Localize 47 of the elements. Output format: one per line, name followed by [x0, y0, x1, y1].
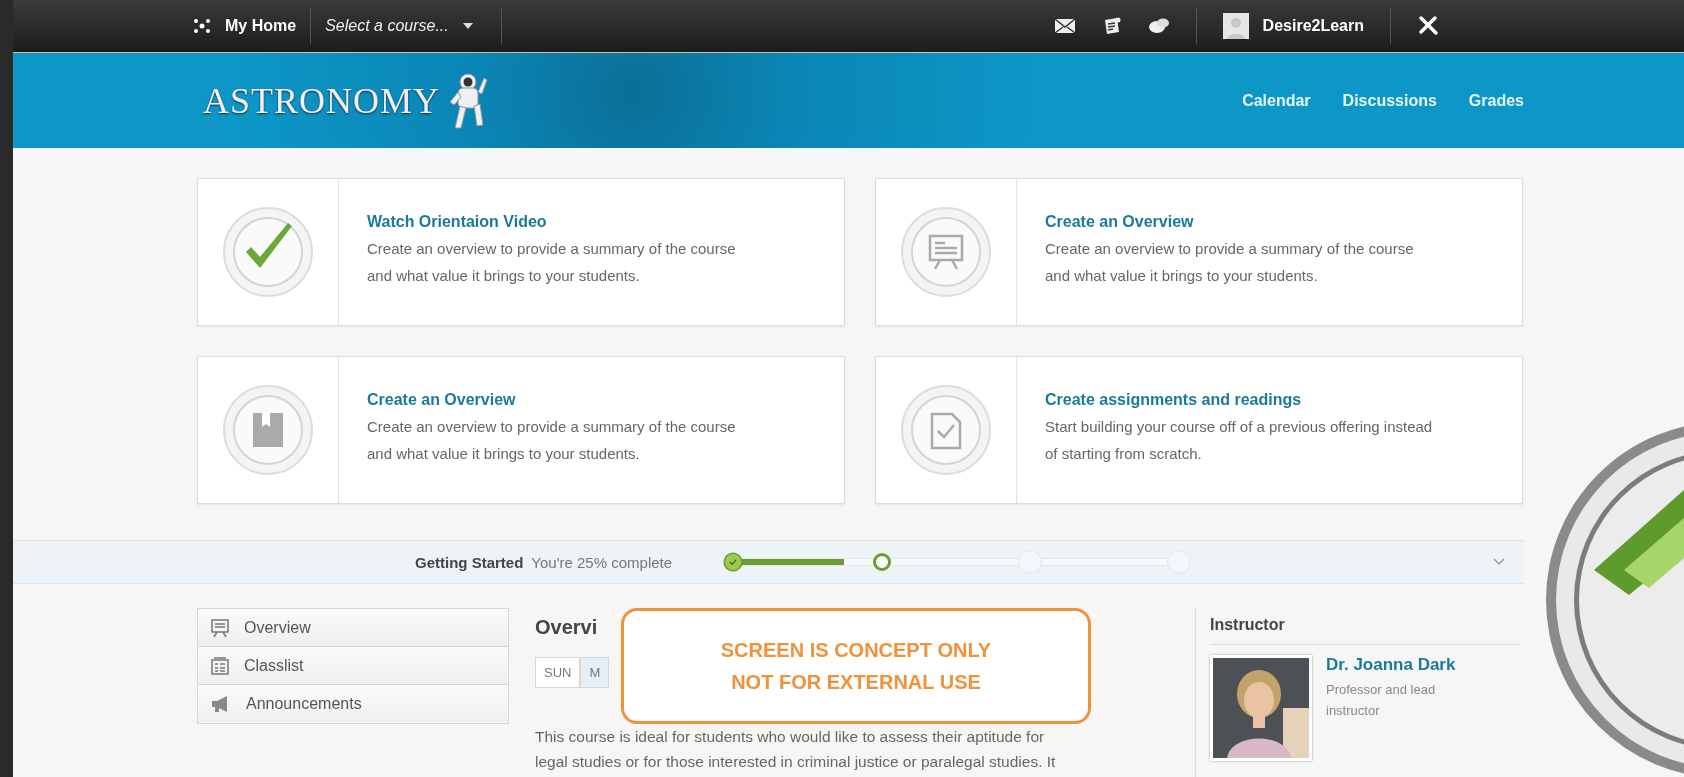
notice-text: NOT FOR EXTERNAL USE — [731, 670, 981, 695]
user-name[interactable]: Desire2Learn — [1262, 17, 1364, 35]
card-title[interactable]: Watch Orientaion Video — [367, 213, 757, 231]
caret-icon — [462, 23, 473, 29]
sidebar-item[interactable]: Announcements — [198, 685, 508, 722]
nav-link[interactable]: Calendar — [1242, 91, 1311, 110]
home-icon[interactable] — [193, 17, 211, 35]
card-title[interactable]: Create an Overview — [367, 391, 757, 409]
progress-status: You're 25% complete — [531, 553, 673, 571]
progress-label: Getting Started — [415, 553, 524, 571]
task-card[interactable]: Watch Orientaion Video Create an overview to provide a summary of the course and what value it brings to your students. — [197, 178, 845, 326]
task-card[interactable]: Create an Overview Create an overview to provide a summary of the course and what value it brings to your students. — [197, 356, 845, 504]
course-title: ASTRONOMY — [203, 79, 441, 122]
notice-text: SCREEN IS CONCEPT ONLY — [720, 638, 992, 663]
card-icon — [900, 206, 992, 298]
card-icon — [900, 384, 992, 476]
sidebar-item[interactable]: Overview — [198, 609, 508, 647]
card-description: Start building your course off of a previous offering instead of starting from scratch. — [1045, 417, 1434, 464]
section-heading: Overvi — [535, 616, 599, 639]
avatar-icon[interactable] — [1222, 13, 1249, 39]
day-tab[interactable]: M — [580, 657, 610, 688]
course-select[interactable]: Select a course... — [325, 17, 487, 35]
instructor-heading: Instructor — [1210, 608, 1520, 645]
chevron-down-icon[interactable] — [1493, 558, 1505, 566]
check-icon — [729, 558, 738, 566]
nav-link[interactable]: Grades — [1468, 91, 1524, 110]
task-card[interactable]: Create an Overview Create an overview to provide a summary of the course and what value it brings to your students. — [875, 178, 1523, 326]
day-tab[interactable]: SUN — [535, 657, 581, 688]
sidebar-item[interactable]: Classlist — [198, 647, 508, 685]
checkmark-icon — [222, 206, 314, 298]
nav-link[interactable]: Discussions — [1342, 91, 1437, 110]
instructor-name[interactable]: Dr. Joanna Dark — [1326, 655, 1456, 675]
card-description: Create an overview to provide a summary of the course and what value it brings to your students. — [367, 239, 737, 286]
chat-icon[interactable] — [1147, 17, 1170, 35]
card-description: Create an overview to provide a summary of the course and what value it brings to your students. — [1045, 239, 1415, 286]
mail-icon[interactable] — [1053, 17, 1076, 35]
course-description: legal studies or for those interested in criminal justice or paralegal studies. It — [535, 752, 1057, 772]
instructor-role: Professor and lead instructor — [1326, 681, 1437, 720]
home-link[interactable]: My Home — [225, 17, 297, 35]
task-card[interactable]: Create assignments and readings Start building your course off of a previous offering instead of starting from scratch. — [875, 356, 1523, 504]
card-title[interactable]: Create assignments and readings — [1045, 391, 1435, 409]
presentation-icon — [210, 617, 230, 638]
course-description: This course is ideal for students who would like to assess their aptitude for — [535, 727, 1046, 747]
list-icon — [210, 655, 230, 676]
card-title[interactable]: Create an Overview — [1045, 213, 1435, 231]
card-description: Create an overview to provide a summary of the course and what value it brings to your students. — [367, 417, 737, 464]
card-icon — [222, 384, 314, 476]
